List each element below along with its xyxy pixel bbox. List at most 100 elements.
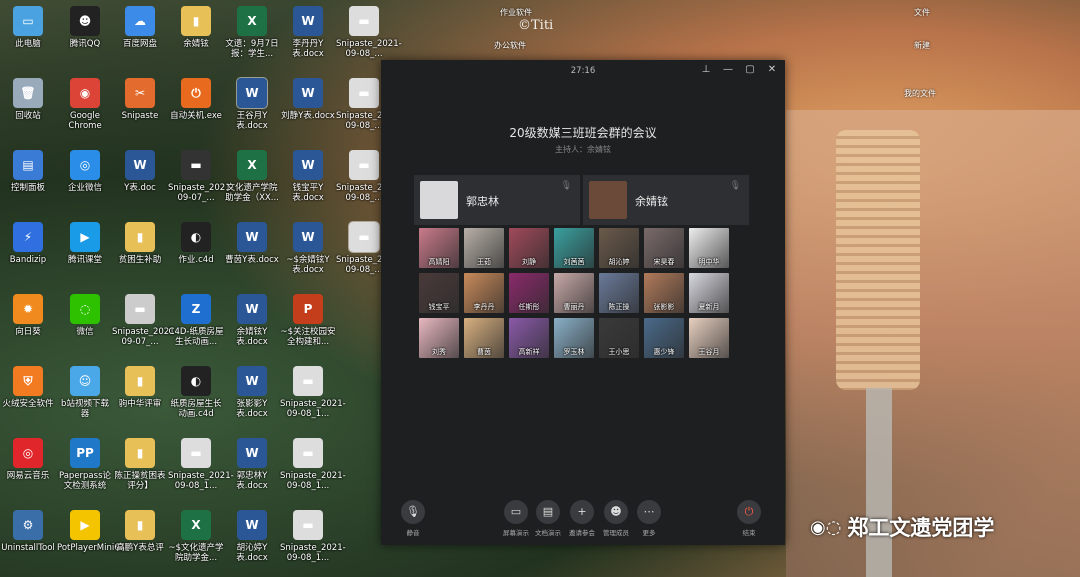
desktop-icon[interactable]: W 胡沁婷Y表.docx [224,510,280,563]
desktop-icon[interactable]: W 钱宝平Y表.docx [280,150,336,203]
desktop-icon[interactable]: W 李丹丹Y表.docx [280,6,336,59]
desktop-icon[interactable]: ◐ 作业.c4d [168,222,224,265]
desktop-icon[interactable]: Z C4D-纸质房屋生长动画... [168,294,224,347]
participant-tile[interactable]: 高婧阳 [419,228,459,268]
desktop-icon[interactable]: W 曹茵Y表.docx [224,222,280,265]
desktop-icon[interactable]: X ~$文化遗产学院助学金... [168,510,224,563]
desktop-icon[interactable]: W 刘静Y表.docx [280,78,336,121]
desktop-icon[interactable]: W 郭忠林Y表.docx [224,438,280,491]
app-icon: PP [70,438,100,468]
desktop-icon[interactable]: 🗑 回收站 [0,78,56,121]
desktop-label-my-files[interactable]: 我的文件 [904,88,936,99]
desktop-icon[interactable]: ◌ 微信 [57,294,113,337]
desktop-icon[interactable]: X 文遗：9月7日报：学生... [224,6,280,59]
desktop-icon[interactable]: ⚙ UninstallTool [0,510,56,553]
minimize-button[interactable]: — [721,64,735,75]
participant-tile[interactable]: 宋昊春 [644,228,684,268]
participant-tile[interactable]: 曹茵 [464,318,504,358]
participant-tile[interactable]: 王茹 [464,228,504,268]
desktop-icon[interactable]: ✹ 向日葵 [0,294,56,337]
desktop-icon[interactable]: ▮ 贫困生补助 [112,222,168,265]
mute-button[interactable]: 🎙 静音 [393,500,433,537]
app-icon: W [293,222,323,252]
participant-tile[interactable]: 曹丽丹 [554,273,594,313]
desktop-icon-label: 腾讯QQ [69,39,101,49]
participant-tile[interactable]: 王谷月 [689,318,729,358]
participant-tile[interactable]: 任斯彤 [509,273,549,313]
participant-tile[interactable]: 李丹丹 [464,273,504,313]
participant-tile[interactable]: 惠少锋 [644,318,684,358]
participant-tile[interactable]: 胡沁婷 [599,228,639,268]
participant-tile[interactable]: 陈正操 [599,273,639,313]
desktop-icon[interactable]: ⛨ 火绒安全软件 [0,366,56,409]
participant-tile[interactable]: 钱宝平 [419,273,459,313]
desktop-icon[interactable]: ▮ 陈正操贫困表评分】 [112,438,168,491]
desktop-label-documents[interactable]: 文件 [914,7,930,18]
desktop-icon-label: 郭忠林Y表.docx [236,471,268,491]
desktop-icon-label: 自动关机.exe [170,111,222,121]
desktop-icon[interactable]: W ~$余婧铉Y表.docx [280,222,336,275]
desktop-icon-label: Snipaste_2021-09-08_1... [280,471,346,491]
desktop-icon[interactable]: W 王谷月Y表.docx [224,77,280,131]
desktop-icon-label: Snipaste [121,111,159,121]
meeting-title: 20级数媒三班班会群的会议 [509,126,657,140]
pin-icon[interactable]: ⊥ [699,64,713,75]
desktop-icon[interactable]: ▬ Snipaste_2021-09-08_1... [168,438,234,491]
participant-tile[interactable]: 夏新月 [689,273,729,313]
participant-tile[interactable]: 刘静 [509,228,549,268]
desktop-icon[interactable]: ⚡ Bandizip [0,222,56,265]
end-meeting-icon: ⏻ [737,500,761,524]
desktop-icon[interactable]: X 文化遗产学院助学金（XX... [224,150,280,203]
participant-tile[interactable]: 王小思 [599,318,639,358]
desktop-icon-label: 纸质房屋生长动画.c4d [170,399,222,419]
desktop-icon[interactable]: ◎ 企业微信 [57,150,113,193]
desktop-icon-label: 王谷月Y表.docx [236,111,268,131]
desktop-icon[interactable]: ▬ Snipaste_2021-09-08_1... [280,366,346,419]
desktop-icon-label: Snipaste_2021-09-08_1... [280,543,346,563]
speaker-tile[interactable]: 余婧铉 🎙 [583,175,749,225]
desktop-icon[interactable]: ▶ PotPlayerMini64 [57,510,125,553]
speaker-tile[interactable]: 郭忠林 🎙 [414,175,580,225]
desktop-icon[interactable]: ☻ 腾讯QQ [57,6,113,49]
desktop-icon[interactable]: ☺ b站视频下载器 [57,366,113,419]
desktop-icon[interactable]: ▬ Snipaste_2021-09-08_... [336,6,402,59]
desktop-icon[interactable]: ▮ 余婧铉 [168,6,224,49]
desktop-label-homework[interactable]: 作业软件 [500,7,532,18]
desktop-icon[interactable]: ◐ 纸质房屋生长动画.c4d [168,366,224,419]
desktop-icon[interactable]: ⏻ 自动关机.exe [168,78,224,121]
desktop-icon[interactable]: ▬ Snipaste_2021-09-07_... [168,150,234,203]
desktop-icon[interactable]: ▤ 控制面板 [0,150,56,193]
desktop-label-new[interactable]: 新建 [914,40,930,51]
participant-tile[interactable]: 高新祥 [509,318,549,358]
desktop-icon[interactable]: W Y表.doc [112,150,168,193]
close-button[interactable]: ✕ [765,64,779,75]
participant-tile[interactable]: 刘秀 [419,318,459,358]
participant-name: 李丹丹 [473,303,495,311]
desktop-icon[interactable]: PP Paperpass论文检测系统 [57,438,113,491]
desktop-icon[interactable]: ✂ Snipaste [112,78,168,121]
desktop-icon[interactable]: ◎ 网易云音乐 [0,438,56,481]
participant-tile[interactable]: 张影影 [644,273,684,313]
desktop-icon[interactable]: ▬ Snipaste_2021-09-08_1... [280,438,346,491]
app-icon: ▬ [181,438,211,468]
desktop-icon[interactable]: ▬ Snipaste_2021-09-08_1... [280,510,346,563]
participant-tile[interactable]: 罗玉林 [554,318,594,358]
desktop-icon[interactable]: ☁ 百度网盘 [112,6,168,49]
maximize-button[interactable]: ▢ [743,64,757,75]
desktop-icon[interactable]: ▶ 腾讯课堂 [57,222,113,265]
more-button[interactable]: ⋯ 更多 [629,500,669,537]
desktop-label-office[interactable]: 办公软件 [494,40,526,51]
desktop-icon[interactable]: P ~$关注校园安全构建和... [280,294,336,347]
desktop-icon[interactable]: W 张影影Y表.docx [224,366,280,419]
desktop-icon[interactable]: ▮ 高鹏Y表总评 [112,510,168,553]
desktop-icon[interactable]: ▭ 此电脑 [0,6,56,49]
participant-tile[interactable]: 刘茜茜 [554,228,594,268]
desktop-icon-label: Bandizip [9,255,47,265]
participant-tile[interactable]: 明中华 [689,228,729,268]
desktop-icon[interactable]: ◉ Google Chrome [57,78,113,131]
mute-icon: 🎙 [401,500,425,524]
desktop-icon[interactable]: W 余婧铉Y表.docx [224,294,280,347]
desktop-icon[interactable]: ▮ 驹中华评审 [112,366,168,409]
end-meeting-button[interactable]: ⏻ 结束 [729,500,769,537]
desktop-icon[interactable]: ▬ Snipaste_2021-09-07_... [112,294,178,347]
